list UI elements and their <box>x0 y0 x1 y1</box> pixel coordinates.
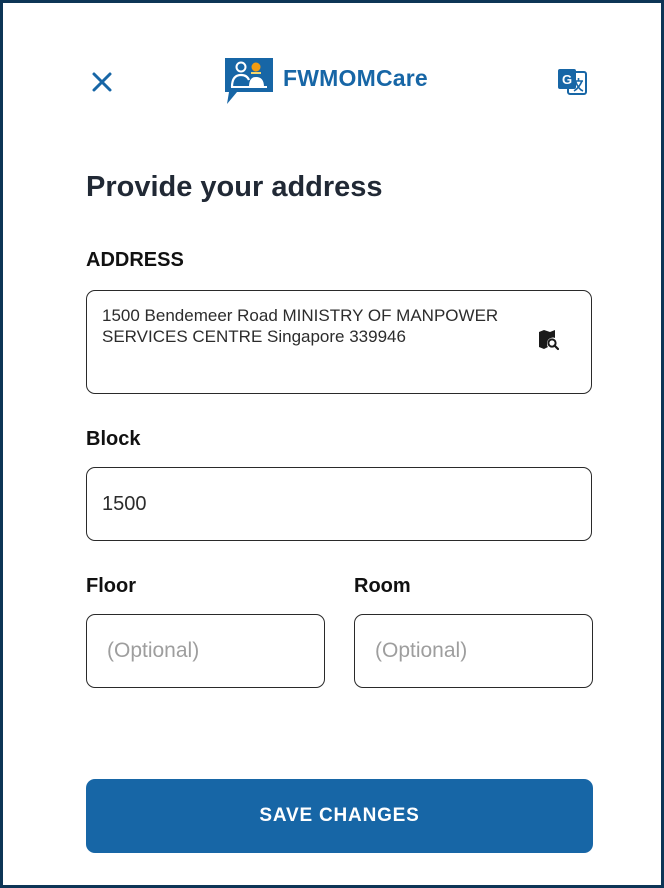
floor-label: Floor <box>86 575 136 597</box>
brand-logo-icon <box>225 58 273 104</box>
translate-icon: G <box>558 69 587 95</box>
room-label: Room <box>354 575 411 597</box>
floor-input[interactable] <box>87 615 324 687</box>
close-button[interactable] <box>89 69 115 95</box>
block-field <box>86 467 592 541</box>
floor-field <box>86 614 325 688</box>
svg-text:G: G <box>562 72 572 87</box>
address-field[interactable]: 1500 Bendemeer Road MINISTRY OF MANPOWER… <box>86 290 592 394</box>
map-search-icon[interactable] <box>537 329 559 351</box>
room-input[interactable] <box>355 615 592 687</box>
room-field <box>354 614 593 688</box>
brand-logo: FWMOMCare <box>223 56 428 108</box>
address-value[interactable]: 1500 Bendemeer Road MINISTRY OF MANPOWER… <box>102 305 512 347</box>
header: FWMOMCare G <box>3 3 661 163</box>
block-input[interactable] <box>87 468 591 540</box>
translate-button[interactable]: G <box>556 67 588 97</box>
close-icon <box>92 72 112 92</box>
page-title: Provide your address <box>86 171 383 203</box>
brand-name: FWMOMCare <box>283 64 428 91</box>
block-label: Block <box>86 428 141 450</box>
address-label: ADDRESS <box>86 249 184 271</box>
save-changes-button[interactable]: SAVE CHANGES <box>86 779 593 853</box>
app-frame: FWMOMCare G Provide your address ADDRESS… <box>0 0 664 888</box>
